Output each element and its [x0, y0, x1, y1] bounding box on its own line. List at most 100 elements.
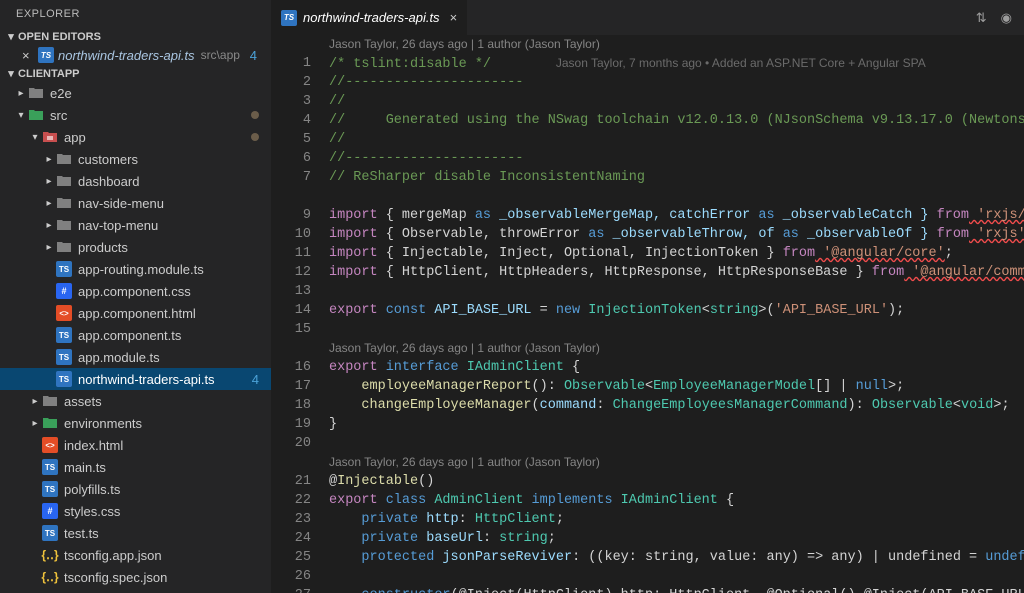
typescript-file-icon: TS	[42, 459, 58, 475]
folder-icon	[56, 173, 72, 189]
file-tree: ▸e2e▾src▾app▸customers▸dashboard▸nav-sid…	[0, 82, 271, 593]
chevron-right-icon: ▸	[42, 154, 56, 165]
tree-item-label: app	[64, 130, 251, 145]
folder-icon	[42, 393, 58, 409]
file-app.component.ts[interactable]: TSapp.component.ts	[0, 324, 271, 346]
chevron-right-icon: ▸	[28, 418, 42, 429]
compare-icon[interactable]: ⇅	[976, 10, 987, 26]
tree-item-label: products	[78, 240, 263, 255]
file-northwind-traders-api.ts[interactable]: TS northwind-traders-api.ts4	[0, 368, 271, 390]
typescript-file-icon: TS	[38, 47, 54, 63]
tree-item-label: tsconfig.spec.json	[64, 570, 263, 585]
modified-dot-icon	[251, 111, 259, 119]
tab-actions: ⇅ ◉	[964, 0, 1024, 35]
tree-item-label: dashboard	[78, 174, 263, 189]
file-main.ts[interactable]: TS main.ts	[0, 456, 271, 478]
file-test.ts[interactable]: TStest.ts	[0, 522, 271, 544]
folder-nav-side-menu[interactable]: ▸nav-side-menu	[0, 192, 271, 214]
css-file-icon: #	[42, 503, 58, 519]
close-icon[interactable]: ×	[450, 10, 458, 25]
folder-icon	[56, 151, 72, 167]
file-app-routing.module.ts[interactable]: TS app-routing.module.ts	[0, 258, 271, 280]
folder-app[interactable]: ▾ app	[0, 126, 271, 148]
file-app.component.css[interactable]: # app.component.css	[0, 280, 271, 302]
typescript-file-icon: TS	[42, 481, 58, 497]
folder-icon	[56, 239, 72, 255]
tree-item-label: northwind-traders-api.ts	[78, 372, 252, 387]
chevron-right-icon: ▸	[28, 396, 42, 407]
open-editor-badge: 4	[250, 48, 263, 63]
chevron-down-icon: ▾	[28, 132, 42, 143]
folder-products[interactable]: ▸ products	[0, 236, 271, 258]
file-styles.css[interactable]: # styles.css	[0, 500, 271, 522]
tree-item-label: main.ts	[64, 460, 263, 475]
file-tsconfig.app.json[interactable]: {‥} tsconfig.app.json	[0, 544, 271, 566]
open-editors-header[interactable]: ▾ OPEN EDITORS	[0, 28, 271, 45]
typescript-file-icon: TS	[56, 261, 72, 277]
json-file-icon: {‥}	[42, 569, 58, 585]
chevron-down-icon: ▾	[4, 30, 18, 43]
tree-item-label: tsconfig.app.json	[64, 548, 263, 563]
tree-item-label: src	[50, 108, 251, 123]
open-editor-filename: northwind-traders-api.ts	[58, 48, 195, 63]
folder-icon	[56, 217, 72, 233]
explorer-sidebar: EXPLORER ▾ OPEN EDITORS × TS northwind-t…	[0, 0, 271, 593]
open-editor-path: src\app	[201, 48, 240, 62]
folder-assets[interactable]: ▸ assets	[0, 390, 271, 412]
open-editor-item[interactable]: × TS northwind-traders-api.ts src\app 4	[0, 45, 271, 65]
tree-item-label: customers	[78, 152, 263, 167]
chevron-right-icon: ▸	[42, 176, 56, 187]
chevron-right-icon: ▸	[42, 220, 56, 231]
typescript-file-icon: TS	[56, 371, 72, 387]
tree-item-label: e2e	[50, 86, 263, 101]
html-file-icon: <>	[56, 305, 72, 321]
css-file-icon: #	[56, 283, 72, 299]
project-header[interactable]: ▾ CLIENTAPP	[0, 65, 271, 82]
tree-item-label: app.component.html	[78, 306, 263, 321]
typescript-file-icon: TS	[56, 327, 72, 343]
chevron-right-icon: ▸	[14, 88, 28, 99]
folder-src[interactable]: ▾ src	[0, 104, 271, 126]
tree-item-label: app-routing.module.ts	[78, 262, 263, 277]
close-icon[interactable]: ×	[22, 48, 38, 63]
file-polyfills.ts[interactable]: TSpolyfills.ts	[0, 478, 271, 500]
tree-item-label: app.component.css	[78, 284, 263, 299]
explorer-title: EXPLORER	[0, 0, 271, 28]
problems-badge: 4	[252, 372, 263, 387]
code-content[interactable]: Jason Taylor, 26 days ago | 1 author (Ja…	[329, 35, 1024, 593]
tree-item-label: styles.css	[64, 504, 263, 519]
typescript-file-icon: TS	[42, 525, 58, 541]
folder-environments[interactable]: ▸ environments	[0, 412, 271, 434]
folder-nav-top-menu[interactable]: ▸ nav-top-menu	[0, 214, 271, 236]
tree-item-label: index.html	[64, 438, 263, 453]
folder-e2e[interactable]: ▸ e2e	[0, 82, 271, 104]
file-tsconfig.spec.json[interactable]: {‥} tsconfig.spec.json	[0, 566, 271, 588]
tree-item-label: assets	[64, 394, 263, 409]
tree-item-label: nav-top-menu	[78, 218, 263, 233]
file-app.component.html[interactable]: <> app.component.html	[0, 302, 271, 324]
folder-icon	[42, 415, 58, 431]
json-file-icon: {‥}	[42, 547, 58, 563]
open-editors-label: OPEN EDITORS	[18, 31, 101, 43]
preview-icon[interactable]: ◉	[1001, 10, 1012, 26]
folder-icon	[28, 107, 44, 123]
editor-tab[interactable]: TS northwind-traders-api.ts ×	[271, 0, 468, 35]
folder-customers[interactable]: ▸ customers	[0, 148, 271, 170]
folder-dashboard[interactable]: ▸ dashboard	[0, 170, 271, 192]
typescript-file-icon: TS	[56, 349, 72, 365]
file-index.html[interactable]: <> index.html	[0, 434, 271, 456]
editor-area: TS northwind-traders-api.ts × ⇅ ◉ 123456…	[271, 0, 1024, 593]
file-app.module.ts[interactable]: TSapp.module.ts	[0, 346, 271, 368]
folder-icon	[56, 195, 72, 211]
tab-filename: northwind-traders-api.ts	[303, 10, 440, 25]
tree-item-label: environments	[64, 416, 263, 431]
tab-bar: TS northwind-traders-api.ts × ⇅ ◉	[271, 0, 1024, 35]
code-editor[interactable]: 1234567910111213141516171819202122232425…	[271, 35, 1024, 593]
project-label: CLIENTAPP	[18, 68, 80, 80]
chevron-down-icon: ▾	[14, 110, 28, 121]
html-file-icon: <>	[42, 437, 58, 453]
typescript-file-icon: TS	[281, 10, 297, 26]
chevron-down-icon: ▾	[4, 67, 18, 80]
tree-item-label: nav-side-menu	[78, 196, 263, 211]
chevron-right-icon: ▸	[42, 242, 56, 253]
